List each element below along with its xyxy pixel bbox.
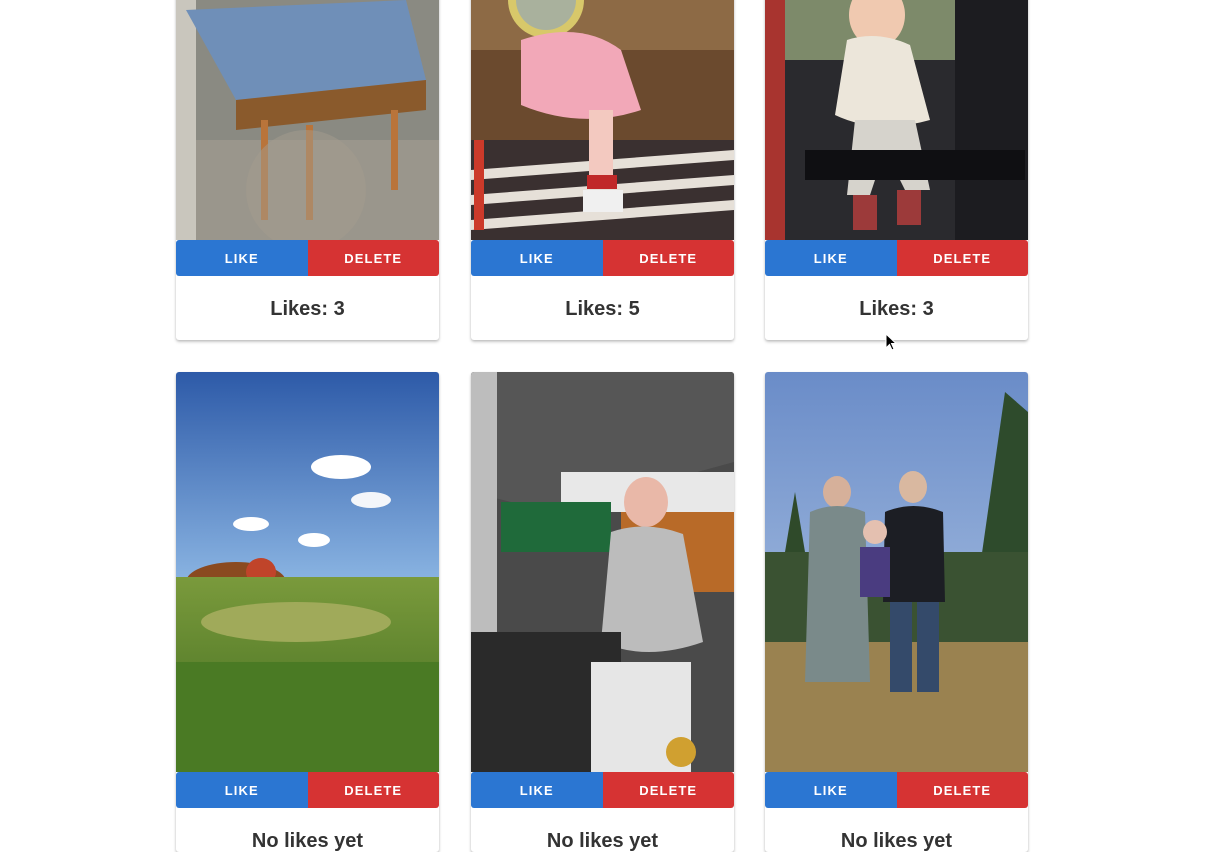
like-button[interactable]: LIKE	[471, 772, 603, 808]
family-tree-farm-photo	[765, 372, 1028, 772]
likes-count: Likes: 5	[565, 298, 640, 320]
likes-count: No likes yet	[840, 830, 953, 852]
card-actions: LIKE DELETE	[176, 240, 439, 276]
golf-course-photo	[176, 372, 439, 772]
chair-photo	[176, 0, 439, 240]
photo-card: LIKE DELETE Likes: 3	[176, 0, 439, 340]
photo-card: LIKE DELETE No likes yet	[765, 372, 1028, 852]
likes-count: Likes: 3	[270, 298, 345, 320]
child-restaurant-photo	[471, 372, 734, 772]
photo-card: LIKE DELETE Likes: 5	[471, 0, 734, 340]
photo-grid: LIKE DELETE Likes: 3 LIKE DELETE Likes: …	[0, 0, 1205, 852]
delete-button[interactable]: DELETE	[896, 240, 1028, 276]
mouse-pointer-icon	[885, 332, 898, 351]
likes-count: No likes yet	[546, 830, 659, 852]
like-button[interactable]: LIKE	[471, 240, 603, 276]
card-actions: LIKE DELETE	[471, 240, 734, 276]
photo-card: LIKE DELETE No likes yet	[176, 372, 439, 852]
likes-count: Likes: 3	[859, 298, 934, 320]
like-button[interactable]: LIKE	[176, 240, 308, 276]
like-button[interactable]: LIKE	[765, 772, 897, 808]
delete-button[interactable]: DELETE	[896, 772, 1028, 808]
delete-button[interactable]: DELETE	[307, 772, 439, 808]
card-actions: LIKE DELETE	[765, 772, 1028, 808]
photo-card: LIKE DELETE Likes: 3	[765, 0, 1028, 340]
delete-button[interactable]: DELETE	[602, 772, 734, 808]
delete-button[interactable]: DELETE	[307, 240, 439, 276]
card-actions: LIKE DELETE	[176, 772, 439, 808]
likes-count: No likes yet	[251, 830, 364, 852]
photo-card: LIKE DELETE No likes yet	[471, 372, 734, 852]
child-pink-dress-photo	[471, 0, 734, 240]
like-button[interactable]: LIKE	[176, 772, 308, 808]
like-button[interactable]: LIKE	[765, 240, 897, 276]
card-actions: LIKE DELETE	[471, 772, 734, 808]
delete-button[interactable]: DELETE	[602, 240, 734, 276]
child-gondola-photo	[765, 0, 1028, 240]
card-actions: LIKE DELETE	[765, 240, 1028, 276]
